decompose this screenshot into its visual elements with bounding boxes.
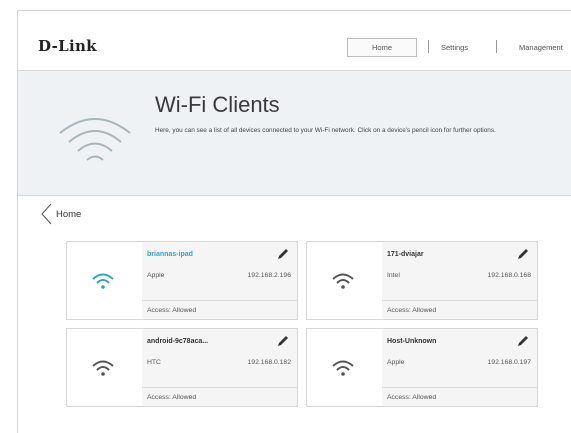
client-access: Access: Allowed <box>147 394 197 401</box>
client-vendor: Apple <box>387 359 405 366</box>
nav-settings-tab[interactable]: Settings <box>441 38 468 57</box>
client-vendor: HTC <box>147 359 161 366</box>
pencil-icon[interactable] <box>517 248 529 260</box>
client-card: android-9c78aca... HTC 192.168.0.182 Acc… <box>66 328 298 407</box>
back-home-link[interactable]: Home <box>41 203 81 225</box>
client-access: Access: Allowed <box>387 394 437 401</box>
wifi-icon <box>92 360 114 376</box>
wifi-icon <box>332 273 354 289</box>
client-icon-area <box>67 329 142 406</box>
client-details: android-9c78aca... HTC 192.168.0.182 Acc… <box>142 329 297 406</box>
nav-management-tab[interactable]: Management <box>519 38 563 57</box>
client-icon-area <box>307 242 382 319</box>
client-details: briannas-ipad Apple 192.168.2.196 Access… <box>142 242 297 319</box>
client-access: Access: Allowed <box>387 307 437 314</box>
client-card: 171-dviajar Intel 192.168.0.168 Access: … <box>306 241 538 320</box>
client-name: android-9c78aca... <box>147 338 209 345</box>
client-name: Host-Unknown <box>387 338 437 345</box>
client-details: 171-dviajar Intel 192.168.0.168 Access: … <box>382 242 537 319</box>
client-access: Access: Allowed <box>147 307 197 314</box>
divider <box>142 300 297 301</box>
pencil-icon[interactable] <box>277 335 289 347</box>
back-home-label: Home <box>56 208 82 220</box>
divider <box>382 300 537 301</box>
page-banner: Wi-Fi Clients Here, you can see a list o… <box>18 71 571 196</box>
client-card: briannas-ipad Apple 192.168.2.196 Access… <box>66 241 298 320</box>
client-ip: 192.168.2.196 <box>247 272 291 279</box>
client-icon-area <box>307 329 382 406</box>
client-ip: 192.168.0.182 <box>247 359 291 366</box>
dlink-logo: D-Link <box>38 37 97 55</box>
client-card: Host-Unknown Apple 192.168.0.197 Access:… <box>306 328 538 407</box>
client-details: Host-Unknown Apple 192.168.0.197 Access:… <box>382 329 537 406</box>
wifi-icon <box>59 118 131 161</box>
client-vendor: Apple <box>147 272 165 279</box>
client-name: briannas-ipad <box>147 251 193 258</box>
pencil-icon[interactable] <box>517 335 529 347</box>
client-icon-area <box>67 242 142 319</box>
nav-home-tab[interactable]: Home <box>347 38 417 57</box>
client-name: 171-dviajar <box>387 251 424 258</box>
client-ip: 192.168.0.197 <box>487 359 531 366</box>
nav-divider <box>428 40 429 53</box>
top-bar: D-Link Home Settings Management <box>18 11 571 71</box>
page-description: Here, you can see a list of all devices … <box>155 127 496 134</box>
client-ip: 192.168.0.168 <box>487 272 531 279</box>
divider <box>382 387 537 388</box>
divider <box>142 387 297 388</box>
client-vendor: Intel <box>387 272 400 279</box>
pencil-icon[interactable] <box>277 248 289 260</box>
chevron-left-icon <box>41 203 52 225</box>
nav-divider <box>496 40 497 53</box>
router-admin-window: D-Link Home Settings Management Wi-Fi Cl… <box>17 10 571 433</box>
wifi-icon <box>332 360 354 376</box>
wifi-icon <box>92 273 114 289</box>
page-title: Wi-Fi Clients <box>155 92 280 117</box>
